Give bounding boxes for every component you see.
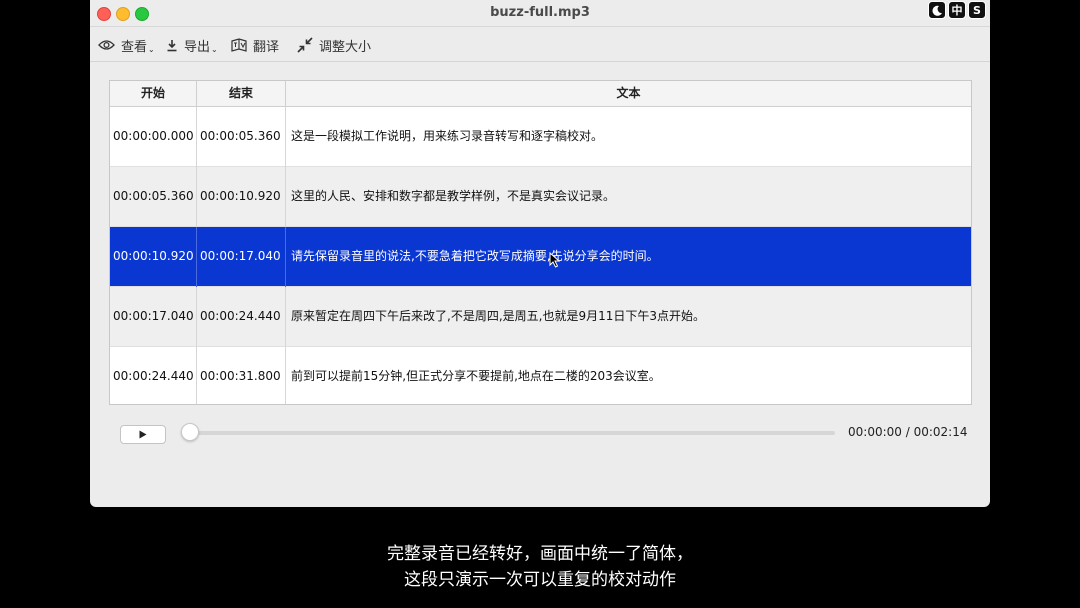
seek-slider-handle[interactable] (181, 423, 199, 441)
table-row-selected[interactable]: 00:00:10.920 00:00:17.040 请先保留录音里的说法,不要急… (110, 227, 971, 287)
transcript-text-cell[interactable]: 请先保留录音里的说法,不要急着把它改写成摘要,先说分享会的时间。 (286, 227, 971, 287)
end-time-cell[interactable]: 00:00:05.360 (197, 107, 286, 167)
transcript-text-cell[interactable]: 原来暂定在周四下午后来改了,不是周四,是周五,也就是9月11日下午3点开始。 (286, 287, 971, 347)
seek-slider-track[interactable] (190, 431, 835, 435)
toolbar: 查看 ⌄ 导出 ⌄ 翻译 调整大小 (90, 27, 990, 62)
audio-player: 00:00:00 / 00:02:14 (90, 415, 990, 455)
table-row[interactable]: 00:00:00.000 00:00:05.360 这是一段模拟工作说明，用来练… (110, 107, 971, 167)
window-title: buzz-full.mp3 (490, 5, 590, 20)
title-bar: buzz-full.mp3 (90, 0, 990, 27)
translate-label: 翻译 (253, 39, 280, 55)
chevron-down-icon: ⌄ (211, 44, 218, 54)
view-menu-label: 查看 (121, 39, 148, 55)
play-button[interactable] (120, 425, 166, 444)
translate-icon (231, 37, 247, 52)
export-menu-button[interactable]: 导出 ⌄ (166, 35, 218, 55)
transcript-text-cell[interactable]: 前到可以提前15分钟,但正式分享不要提前,地点在二楼的203会议室。 (286, 347, 971, 404)
end-time-cell[interactable]: 00:00:10.920 (197, 167, 286, 227)
end-time-cell[interactable]: 00:00:24.440 (197, 287, 286, 347)
transcript-text-cell[interactable]: 这里的人民、安排和数字都是教学样例，不是真实会议记录。 (286, 167, 971, 227)
playback-time: 00:00:00 / 00:02:14 (848, 425, 968, 439)
chinese-input-icon[interactable]: 中 (948, 1, 966, 19)
start-time-cell[interactable]: 00:00:10.920 (110, 227, 197, 287)
chevron-down-icon: ⌄ (148, 44, 155, 54)
column-header-start[interactable]: 开始 (110, 81, 197, 106)
table-row[interactable]: 00:00:24.440 00:00:31.800 前到可以提前15分钟,但正式… (110, 347, 971, 404)
subtitle-line-1: 完整录音已经转好，画面中统一了简体， (387, 544, 693, 564)
export-menu-label: 导出 (184, 39, 211, 55)
start-time-cell[interactable]: 00:00:24.440 (110, 347, 197, 404)
resize-button[interactable]: 调整大小 (297, 35, 371, 55)
app-window: buzz-full.mp3 查看 ⌄ 导出 ⌄ 翻译 调整大小 开始 结束 文本… (90, 0, 990, 507)
s-logo-icon[interactable]: S (968, 1, 986, 19)
moon-icon[interactable] (928, 1, 946, 19)
resize-icon (297, 37, 313, 53)
start-time-cell[interactable]: 00:00:05.360 (110, 167, 197, 227)
transcript-text-cell[interactable]: 这是一段模拟工作说明，用来练习录音转写和逐字稿校对。 (286, 107, 971, 167)
table-header: 开始 结束 文本 (110, 81, 971, 107)
overlay-toolbar: 中 S (928, 1, 986, 19)
start-time-cell[interactable]: 00:00:00.000 (110, 107, 197, 167)
transcript-table: 开始 结束 文本 00:00:00.000 00:00:05.360 这是一段模… (109, 80, 972, 405)
mouse-cursor-icon (549, 252, 560, 268)
download-icon (167, 39, 177, 51)
table-row[interactable]: 00:00:05.360 00:00:10.920 这里的人民、安排和数字都是教… (110, 167, 971, 227)
column-header-end[interactable]: 结束 (197, 81, 286, 106)
start-time-cell[interactable]: 00:00:17.040 (110, 287, 197, 347)
view-menu-button[interactable]: 查看 ⌄ (98, 35, 155, 55)
resize-label: 调整大小 (319, 39, 372, 55)
table-row[interactable]: 00:00:17.040 00:00:24.440 原来暂定在周四下午后来改了,… (110, 287, 971, 347)
eye-icon (98, 40, 115, 50)
translate-button[interactable]: 翻译 (231, 35, 279, 55)
end-time-cell[interactable]: 00:00:31.800 (197, 347, 286, 404)
column-header-text[interactable]: 文本 (286, 81, 971, 106)
play-icon (139, 430, 147, 439)
subtitle-line-2: 这段只演示一次可以重复的校对动作 (404, 570, 676, 590)
end-time-cell[interactable]: 00:00:17.040 (197, 227, 286, 287)
